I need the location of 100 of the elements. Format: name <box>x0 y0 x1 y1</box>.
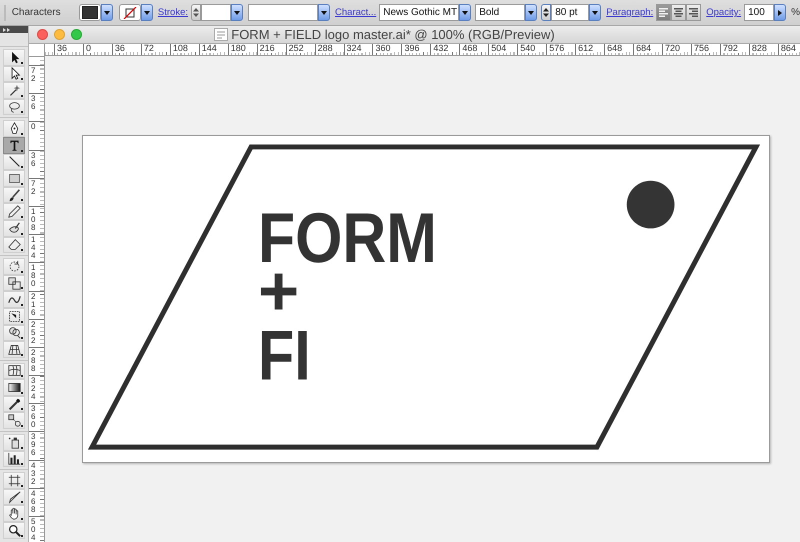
paintbrush-icon <box>8 188 20 202</box>
ruler-label: 108 <box>172 44 189 53</box>
ruler-label: 36 <box>56 44 68 53</box>
tool-button[interactable] <box>3 291 25 308</box>
caret-icon <box>528 10 534 14</box>
tool-button[interactable] <box>3 203 25 220</box>
tool-button[interactable] <box>3 82 25 99</box>
close-button[interactable] <box>37 29 48 40</box>
align-right-button[interactable] <box>686 4 702 21</box>
caret-icon <box>144 10 150 14</box>
tool-button[interactable] <box>3 186 25 204</box>
hand-icon <box>8 507 20 520</box>
ruler-label: 648 <box>606 44 624 53</box>
magic-wand-icon <box>8 84 20 97</box>
align-left-button[interactable] <box>656 4 672 21</box>
ruler-label: 216 <box>258 44 276 53</box>
tool-button[interactable] <box>3 258 25 275</box>
collapse-arrows-icon[interactable] <box>3 28 10 32</box>
tool-button[interactable] <box>3 49 25 66</box>
tool-button[interactable] <box>3 450 25 468</box>
tool-button[interactable] <box>3 472 25 489</box>
caret-icon <box>778 10 782 16</box>
panel-title: Characters <box>12 7 62 18</box>
tool-button[interactable] <box>3 136 25 154</box>
stepper[interactable] <box>191 4 202 21</box>
ruler-label: 468 <box>461 44 478 53</box>
stroke-weight-field[interactable] <box>201 4 232 21</box>
ruler-label: 540 <box>519 44 536 53</box>
shape-builder-icon <box>8 326 20 340</box>
ruler-label: 360 <box>374 44 392 53</box>
unit-label: % <box>791 7 800 18</box>
ruler-label: 828 <box>750 44 768 53</box>
tool-button[interactable] <box>3 522 25 539</box>
tool-button[interactable] <box>3 434 25 451</box>
ruler-label: 720 <box>664 44 682 53</box>
rotate-icon <box>8 260 20 273</box>
align-center-button[interactable] <box>671 4 686 21</box>
tool-button[interactable] <box>3 379 25 396</box>
caret-icon <box>592 10 598 14</box>
ruler-label: 288 <box>316 44 334 53</box>
logo-text: FI <box>258 316 321 394</box>
knife-icon <box>8 490 20 504</box>
tool-button[interactable] <box>3 98 25 116</box>
bar-graph-icon <box>8 452 20 466</box>
up-down-arrows-icon <box>193 8 200 17</box>
ruler-label: 504 <box>490 44 508 53</box>
eraser-icon <box>8 238 20 252</box>
stepper[interactable] <box>541 4 552 21</box>
stroke-profile-field[interactable] <box>248 4 318 21</box>
ruler-label: 324 <box>346 44 363 53</box>
ruler-label: 612 <box>577 44 594 53</box>
ruler-label: 432 <box>432 44 450 53</box>
opacity-field[interactable]: 100 <box>744 4 774 21</box>
dropdown-button[interactable] <box>589 4 602 21</box>
font-size-field[interactable]: 80 pt <box>551 4 590 21</box>
brush-blob-icon <box>8 222 20 235</box>
dropdown-button[interactable] <box>525 4 538 21</box>
panel-link[interactable]: Paragraph: <box>606 7 654 18</box>
tool-button[interactable] <box>3 154 25 170</box>
dropdown-button[interactable] <box>459 4 472 21</box>
ruler-label: 180 <box>230 44 247 53</box>
dropdown-button[interactable] <box>774 4 786 21</box>
tool-button[interactable] <box>3 488 25 506</box>
ruler-label: 36 <box>114 44 126 53</box>
dropdown-button[interactable] <box>231 4 244 21</box>
dropdown-button[interactable] <box>318 4 330 21</box>
fill-swatch[interactable] <box>78 4 101 21</box>
font-family-field[interactable]: News Gothic MT <box>379 4 460 21</box>
dropdown-button[interactable] <box>100 4 113 21</box>
type-t-icon <box>8 138 20 152</box>
ruler-label: 252 <box>288 44 305 53</box>
dropdown-button[interactable] <box>140 4 153 21</box>
tool-button[interactable] <box>3 120 25 137</box>
tool-button[interactable] <box>3 362 25 380</box>
panel-link[interactable]: Stroke: <box>158 7 188 18</box>
eyedropper-icon <box>8 398 20 411</box>
ruler-label: 504 <box>31 517 36 542</box>
tool-button[interactable] <box>3 220 25 237</box>
stroke-swatch[interactable] <box>118 4 141 21</box>
align-lines-icon <box>689 8 698 17</box>
align-lines-icon <box>659 8 668 17</box>
window-title: FORM + FIELD logo master.ai* @ 100% (RGB/Preview) <box>231 27 555 42</box>
tool-button[interactable] <box>3 324 25 342</box>
panel-link[interactable]: Charact... <box>335 7 376 18</box>
crop-marks-icon <box>8 474 20 488</box>
tool-button[interactable] <box>3 236 25 254</box>
caret-icon <box>104 10 110 14</box>
tool-button[interactable] <box>3 396 25 412</box>
align-lines-icon <box>674 8 684 17</box>
tool-button[interactable] <box>3 170 25 187</box>
tool-button[interactable] <box>3 308 25 324</box>
ruler-label: 396 <box>403 44 420 53</box>
tool-button[interactable] <box>3 505 25 522</box>
panel-link[interactable]: Opacity: <box>706 7 742 18</box>
tool-button[interactable] <box>3 66 25 82</box>
tool-button[interactable] <box>3 341 25 358</box>
lasso-icon <box>8 100 20 114</box>
font-style-field[interactable]: Bold <box>475 4 526 21</box>
tool-button[interactable] <box>3 274 25 292</box>
tool-button[interactable] <box>3 412 25 430</box>
